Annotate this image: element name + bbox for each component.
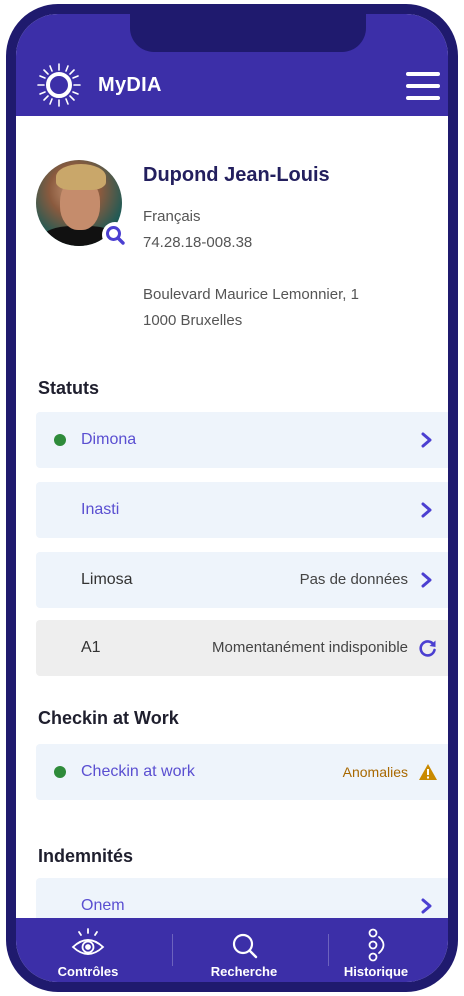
chevron-right-icon [421,502,432,518]
nav-label: Historique [343,964,409,979]
eye-icon [71,928,105,955]
status-row-dimona[interactable]: Dimona [36,412,448,468]
main-content: Dupond Jean-Louis Français 74.28.18-008.… [16,116,448,918]
status-row-onem[interactable]: Onem [36,878,448,918]
bottom-nav: Contrôles Recherche Historique [16,918,448,982]
section-title-indemnites: Indemnités [38,846,134,866]
nav-label: Recherche [210,964,278,979]
phone-frame: MyDIA Dupond Jean-Louis Français 74.28.1… [6,4,458,992]
person-address-line1: Boulevard Maurice Lemonnier, 1 [143,286,359,303]
search-icon [232,933,258,959]
status-label: A1 [81,639,101,656]
history-icon [368,928,385,962]
chevron-right-icon [421,898,432,914]
menu-icon-bar [406,84,440,88]
section-title-checkin: Checkin at Work [38,708,179,728]
notch [130,14,366,52]
status-row-checkin[interactable]: Checkin at work Anomalies [36,744,448,800]
photo-search-button[interactable] [102,222,128,248]
status-label: Checkin at work [81,763,195,780]
status-row-limosa[interactable]: Limosa Pas de données [36,552,448,608]
nav-historique[interactable]: Historique [304,918,448,982]
status-ok-dot [54,766,66,778]
refresh-icon[interactable] [418,638,438,658]
warning-icon [419,764,437,780]
status-row-inasti[interactable]: Inasti [36,482,448,538]
status-row-a1: A1 Momentanément indisponible [36,620,448,676]
person-address-line2: 1000 Bruxelles [143,312,243,329]
chevron-right-icon [421,432,432,448]
status-label: Limosa [81,571,133,588]
person-national-number: 74.28.18-008.38 [143,234,253,251]
menu-button[interactable] [406,72,440,100]
status-label: Dimona [81,431,137,448]
nav-label: Contrôles [57,964,119,979]
person-name: Dupond Jean-Louis [143,164,330,186]
status-ok-dot [54,434,66,446]
status-label: Onem [81,897,125,914]
app-title: MyDIA [98,74,162,96]
status-label: Inasti [81,501,120,518]
logo-icon [37,63,81,107]
status-value: Pas de données [299,571,408,588]
person-nationality: Français [143,208,201,225]
status-value: Momentanément indisponible [212,639,408,656]
search-icon [106,226,125,245]
menu-icon-bar [406,96,440,100]
nav-controles[interactable]: Contrôles [16,918,160,982]
screen: MyDIA Dupond Jean-Louis Français 74.28.1… [16,14,448,982]
chevron-right-icon [421,572,432,588]
status-value: Anomalies [342,764,408,780]
menu-icon-bar [406,72,440,76]
section-title-statuts: Statuts [38,378,100,398]
nav-recherche[interactable]: Recherche [172,918,316,982]
